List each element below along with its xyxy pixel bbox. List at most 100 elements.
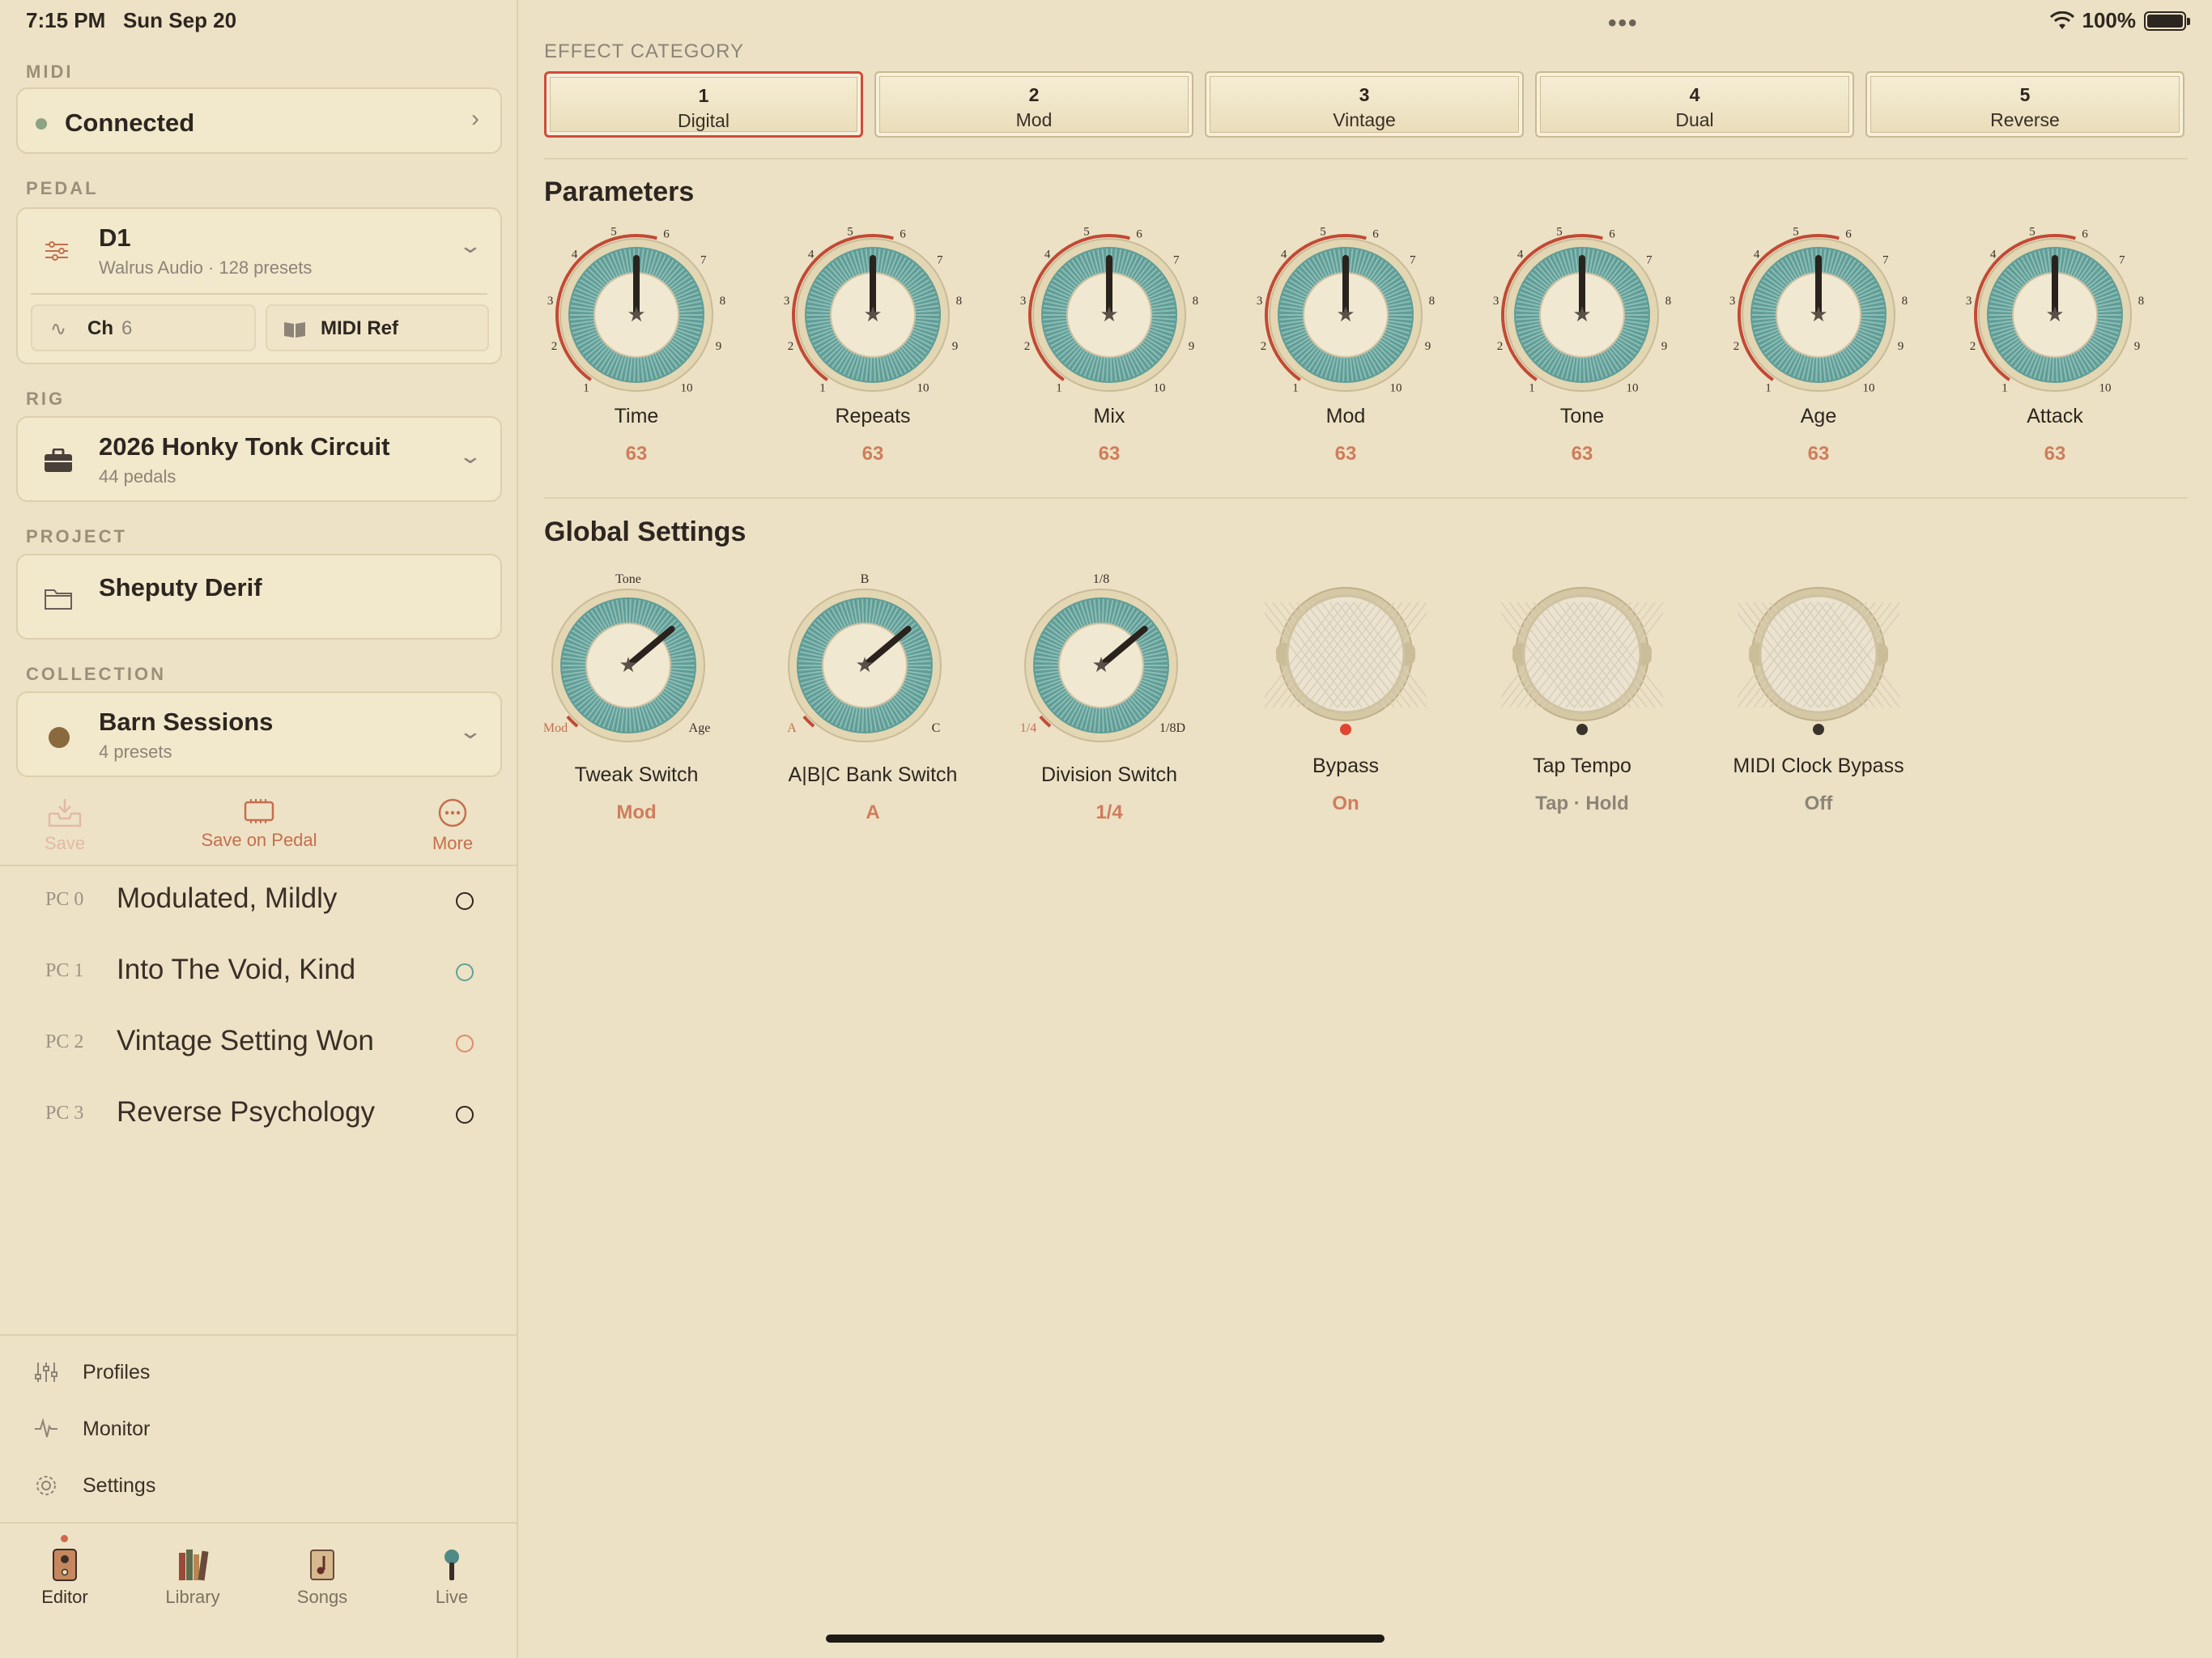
switch-value: A [866, 801, 880, 823]
footswitch-value: Tap · Hold [1535, 793, 1629, 814]
knob-time[interactable]: ★ 1 2 3 4 5 6 7 8 9 10 Time 63 [531, 220, 742, 466]
tab-label: Editor [41, 1587, 88, 1607]
rig-selector[interactable]: 2026 Honky Tonk Circuit 44 pedals ⌄ [16, 416, 502, 502]
tab-editor[interactable]: Editor [16, 1548, 113, 1608]
nav-monitor[interactable]: Monitor [34, 1409, 150, 1449]
save-on-pedal-button[interactable]: Save on Pedal [186, 797, 332, 851]
knob-tick-label: 9 [1661, 340, 1668, 353]
footswitch-button[interactable] [1265, 586, 1427, 732]
knob-attack[interactable]: ★ 1 2 3 4 5 6 7 8 9 10 Attack 63 [1950, 220, 2160, 466]
knob-tick-label: 7 [937, 254, 943, 267]
footswitch-button[interactable] [1501, 586, 1663, 732]
knob-tick-label: 9 [2134, 340, 2141, 353]
tab-songs[interactable]: Songs [274, 1548, 371, 1608]
knob-tick-label: 7 [1882, 254, 1889, 267]
status-time: 7:15 PM Sun Sep 20 [26, 8, 237, 32]
preset-row[interactable]: PC 0 Modulated, Mildly [0, 866, 518, 937]
knob-value: 63 [1571, 443, 1593, 465]
multitasking-dots[interactable]: ••• [1608, 10, 1639, 37]
knob-tick-label: 4 [1281, 249, 1287, 261]
preset-row[interactable]: PC 2 Vintage Setting Won [0, 1009, 518, 1080]
pedal-selector[interactable]: D1 Walrus Audio · 128 presets ⌄ [18, 209, 500, 293]
category-dual-button[interactable]: 4 Dual [1535, 71, 1854, 138]
footswitch-bypass[interactable]: Bypass On [1240, 586, 1451, 815]
knob-dial[interactable]: ★ 1 2 3 4 5 6 7 8 9 10 [1249, 220, 1443, 406]
switch-position-label: B [861, 572, 870, 586]
switch-a-b-c-bank-switch[interactable]: ★ B A C A|B|C Bank Switch A [768, 570, 978, 824]
knob-dial[interactable]: ★ 1 2 3 4 5 6 7 8 9 10 [776, 220, 970, 406]
switch-division-switch[interactable]: ★ 1/8 1/4 1/8D Division Switch 1/4 [1004, 570, 1214, 824]
svg-text:★: ★ [1336, 303, 1355, 327]
knob-tick-label: 1 [1529, 381, 1535, 394]
category-mod-button[interactable]: 2 Mod [874, 71, 1193, 138]
nav-profiles[interactable]: Profiles [34, 1352, 150, 1392]
save-button[interactable]: Save [32, 797, 97, 854]
collection-selector[interactable]: Barn Sessions 4 presets ⌄ [16, 691, 502, 777]
footswitch-midi-clock-bypass[interactable]: MIDI Clock Bypass Off [1713, 586, 1924, 815]
category-number: 4 [1689, 84, 1700, 105]
knob-tick-label: 3 [784, 295, 790, 308]
home-indicator[interactable] [826, 1635, 1385, 1643]
tab-library[interactable]: Library [144, 1548, 241, 1608]
category-reverse-button[interactable]: 5 Reverse [1865, 71, 2184, 138]
preset-name: Modulated, Mildly [117, 882, 338, 914]
knob-tick-label: 8 [956, 295, 963, 308]
knob-tick-label: 6 [1136, 228, 1142, 241]
footswitch-button[interactable] [1738, 586, 1899, 732]
knob-age[interactable]: ★ 1 2 3 4 5 6 7 8 9 10 Age 63 [1713, 220, 1924, 466]
category-digital-button[interactable]: 1 Digital [544, 71, 863, 138]
project-name: Sheputy Derif [99, 573, 262, 602]
category-name: Reverse [1990, 109, 2060, 130]
battery-icon [2144, 11, 2190, 31]
switch-position-label: Mod [543, 721, 568, 735]
knob-mod[interactable]: ★ 1 2 3 4 5 6 7 8 9 10 Mod 63 [1240, 220, 1451, 466]
midi-status-text: Connected [65, 108, 195, 137]
more-button[interactable]: More [420, 797, 485, 854]
save-on-pedal-label: Save on Pedal [201, 830, 317, 850]
preset-name: Into The Void, Kind [117, 954, 356, 985]
knob-tick-label: 10 [1862, 381, 1874, 394]
divider [544, 158, 2188, 159]
knob-tick-label: 6 [1372, 228, 1379, 241]
knob-dial[interactable]: ★ 1 2 3 4 5 6 7 8 9 10 [1485, 220, 1679, 406]
knob-value: 63 [1807, 443, 1830, 465]
switch-dial[interactable]: ★ B A C [768, 570, 962, 753]
knob-value: 63 [1098, 443, 1121, 465]
knob-dial[interactable]: ★ 1 2 3 4 5 6 7 8 9 10 [1012, 220, 1206, 406]
switch-dial[interactable]: ★ 1/8 1/4 1/8D [1004, 570, 1198, 753]
project-selector[interactable]: Sheputy Derif [16, 554, 502, 640]
knob-dial[interactable]: ★ 1 2 3 4 5 6 7 8 9 10 [1958, 220, 2152, 406]
midi-status-card[interactable]: Connected › [16, 87, 502, 154]
footswitch-value: On [1332, 793, 1359, 814]
knob-tick-label: 9 [1898, 340, 1904, 353]
chevron-down-icon: ⌄ [457, 719, 483, 743]
category-vintage-button[interactable]: 3 Vintage [1205, 71, 1524, 138]
knob-tick-label: 2 [1261, 340, 1267, 353]
knob-mix[interactable]: ★ 1 2 3 4 5 6 7 8 9 10 Mix 63 [1004, 220, 1214, 466]
nav-settings[interactable]: Settings [34, 1465, 155, 1506]
tab-live[interactable]: Live [403, 1548, 500, 1608]
knob-dial[interactable]: ★ 1 2 3 4 5 6 7 8 9 10 [539, 220, 734, 406]
knob-tone[interactable]: ★ 1 2 3 4 5 6 7 8 9 10 Tone 63 [1477, 220, 1687, 466]
knob-repeats[interactable]: ★ 1 2 3 4 5 6 7 8 9 10 Repeats 63 [768, 220, 978, 466]
switch-label: A|B|C Bank Switch [788, 763, 958, 786]
knob-tick-label: 6 [900, 228, 906, 241]
svg-text:★: ★ [2045, 303, 2064, 327]
preset-row[interactable]: PC 1 Into The Void, Kind [0, 937, 518, 1009]
midi-ref-button[interactable]: MIDI Ref [266, 304, 489, 351]
tab-label: Songs [296, 1587, 348, 1607]
knob-tick-label: 7 [1173, 254, 1180, 267]
preset-row[interactable]: PC 3 Reverse Psychology [0, 1080, 518, 1151]
knob-tick-label: 6 [2082, 228, 2088, 241]
switch-tweak-switch[interactable]: ★ Tone Mod Age Tweak Switch Mod [531, 570, 742, 824]
knob-tick-label: 6 [1609, 228, 1615, 241]
footswitch-tap-tempo[interactable]: Tap Tempo Tap · Hold [1477, 586, 1687, 815]
switch-position-label: 1/8D [1159, 721, 1185, 735]
knob-dial[interactable]: ★ 1 2 3 4 5 6 7 8 9 10 [1721, 220, 1916, 406]
footswitch-label: MIDI Clock Bypass [1733, 755, 1904, 777]
switch-dial[interactable]: ★ Tone Mod Age [531, 570, 725, 753]
active-tab-indicator [61, 1535, 68, 1542]
midi-channel-button[interactable]: ∿ Ch 6 [31, 304, 256, 351]
knob-tick-label: 3 [1966, 295, 1972, 308]
knob-tick-label: 8 [2138, 295, 2145, 308]
